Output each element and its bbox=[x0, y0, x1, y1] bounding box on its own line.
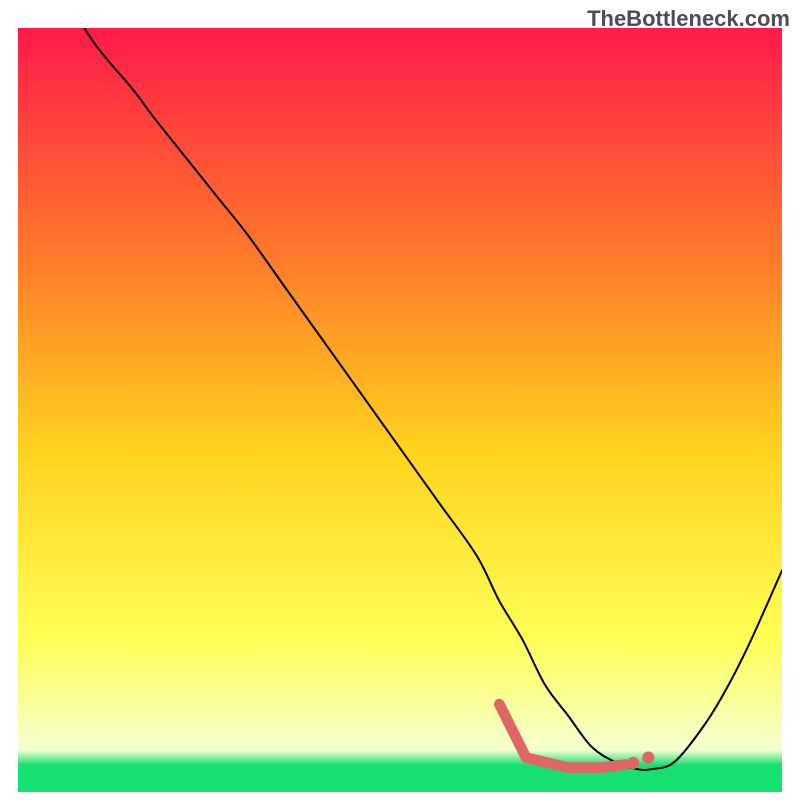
flat-dot-1 bbox=[627, 757, 639, 769]
markers-layer bbox=[18, 28, 782, 792]
plot-area bbox=[18, 28, 782, 792]
flat-min-segment bbox=[499, 704, 625, 767]
flat-dot-2 bbox=[642, 752, 654, 764]
chart-canvas: TheBottleneck.com bbox=[0, 0, 800, 800]
